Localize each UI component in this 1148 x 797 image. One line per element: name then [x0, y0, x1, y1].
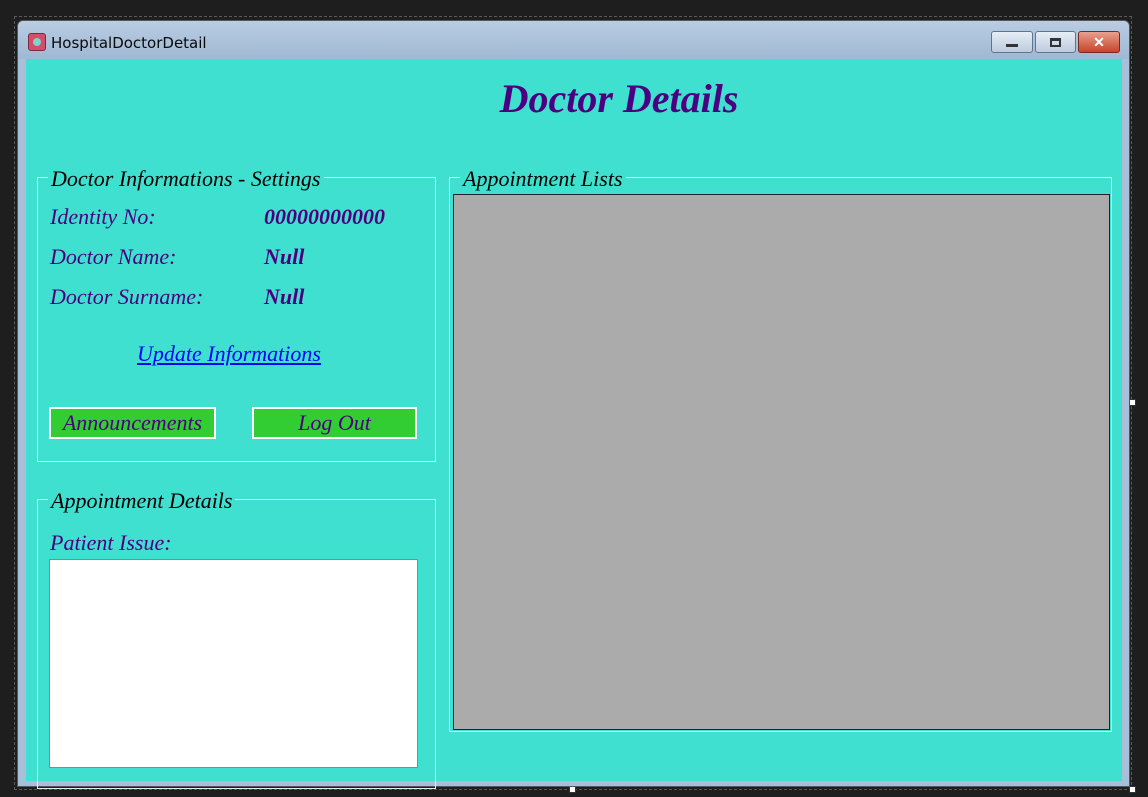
resize-handle-corner[interactable] — [1129, 786, 1136, 793]
logout-button[interactable]: Log Out — [252, 407, 417, 439]
doctor-surname-label: Doctor Surname: — [50, 284, 204, 309]
title-bar[interactable]: HospitalDoctorDetail ✕ — [18, 21, 1129, 59]
resize-handle-right[interactable] — [1129, 399, 1136, 406]
form-client-area: Doctor Details Doctor Informations - Set… — [26, 59, 1122, 789]
appointment-details-legend: Appointment Details — [48, 488, 236, 514]
announcements-button[interactable]: Announcements — [49, 407, 216, 439]
identity-value: 00000000000 — [264, 204, 385, 229]
doctor-info-group: Doctor Informations - Settings Identity … — [37, 166, 436, 462]
update-informations-link[interactable]: Update Informations — [137, 341, 321, 367]
resize-handle-bottom[interactable] — [569, 786, 576, 793]
close-button[interactable]: ✕ — [1078, 31, 1120, 53]
doctor-info-legend: Doctor Informations - Settings — [48, 166, 324, 192]
patient-issue-textbox[interactable] — [49, 559, 418, 768]
window-title: HospitalDoctorDetail — [51, 34, 207, 52]
patient-issue-label: Patient Issue: — [50, 530, 172, 555]
doctor-surname-value: Null — [264, 284, 305, 309]
appointment-lists-group: Appointment Lists — [449, 166, 1112, 732]
appointment-details-group: Appointment Details Patient Issue: — [37, 488, 436, 789]
maximize-button[interactable] — [1035, 31, 1076, 53]
appointment-list-grid[interactable] — [453, 194, 1110, 730]
doctor-name-value: Null — [264, 244, 305, 269]
doctor-name-label: Doctor Name: — [50, 244, 177, 269]
minimize-button[interactable] — [991, 31, 1033, 53]
app-window: HospitalDoctorDetail ✕ Doctor Details Do… — [17, 20, 1130, 789]
appointment-lists-legend: Appointment Lists — [460, 166, 626, 192]
close-icon: ✕ — [1093, 33, 1105, 50]
page-title: Doctor Details — [499, 76, 739, 121]
hospital-app-icon — [28, 33, 46, 51]
identity-label: Identity No: — [50, 204, 156, 229]
minimize-icon — [1006, 43, 1018, 47]
maximize-icon — [1050, 37, 1061, 47]
